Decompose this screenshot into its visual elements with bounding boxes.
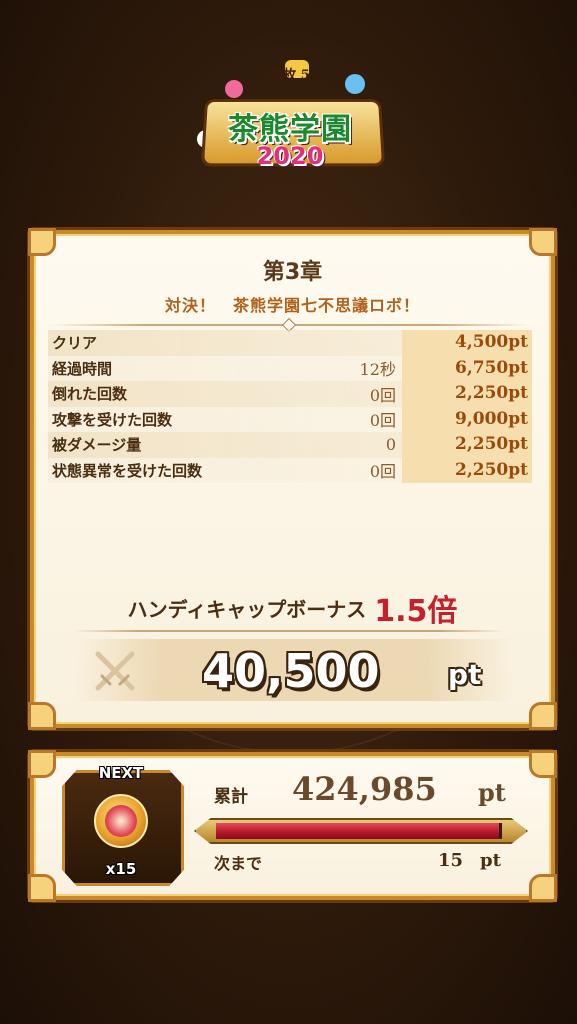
frame-corner	[529, 874, 557, 902]
logo-small-text: 四枚 5	[270, 68, 310, 83]
bonus-label: ハンディキャップボーナス	[127, 597, 367, 622]
score-value: 0	[385, 435, 396, 455]
score-value: 0回	[369, 385, 396, 405]
frame-corner	[28, 702, 56, 730]
score-points: 6,750pt	[402, 355, 532, 381]
logo-year: 2020	[256, 142, 324, 170]
score-row: 経過時間 12秒 6,750pt	[48, 355, 532, 381]
frame-corner	[28, 750, 56, 778]
progress-fill	[216, 823, 500, 839]
total-score: 40,500	[202, 644, 380, 698]
score-label: 経過時間	[52, 359, 113, 378]
score-row: 攻撃を受けた回数 0回 9,000pt	[48, 406, 532, 432]
chapter-title: 第3章	[262, 260, 323, 285]
total-score-unit: pt	[448, 658, 482, 691]
score-label: 攻撃を受けた回数	[52, 410, 173, 429]
remaining-unit: pt	[480, 850, 501, 871]
reward-medal-icon	[94, 794, 148, 848]
remaining-value: 15	[438, 850, 464, 871]
score-row: クリア 4,500pt	[48, 330, 532, 356]
score-value: 0回	[369, 411, 396, 431]
progress-bar	[194, 818, 528, 844]
score-value: 0回	[369, 462, 396, 482]
medal-emblem	[105, 805, 137, 837]
reward-count: x15	[105, 860, 137, 878]
frame-corner	[28, 228, 56, 256]
bonus-multiplier: 1.5倍	[374, 594, 458, 629]
progress-track	[216, 823, 502, 839]
score-breakdown: クリア 4,500pt 経過時間 12秒 6,750pt 倒れた回数 0回 2,…	[48, 330, 532, 483]
frame-corner	[529, 228, 557, 256]
frame-corner	[28, 874, 56, 902]
score-label: クリア	[52, 334, 98, 353]
score-points: 2,250pt	[402, 457, 532, 483]
score-row: 倒れた回数 0回 2,250pt	[48, 381, 532, 407]
score-label: 状態異常を受けた回数	[52, 461, 203, 480]
score-points: 4,500pt	[402, 330, 532, 356]
score-label: 被ダメージ量	[52, 436, 142, 455]
bonus-divider	[74, 630, 504, 632]
next-tag: NEXT	[98, 764, 144, 782]
crossed-swords-icon	[95, 651, 135, 691]
cumulative-label: 累計	[214, 787, 248, 807]
next-reward-panel: NEXT x15 累計 424,985 pt 次まで 15 pt	[28, 750, 557, 902]
cumulative-value: 424,985	[292, 770, 437, 808]
score-points: 2,250pt	[402, 381, 532, 407]
quest-subtitle: 対決！ 茶熊学園七不思議ロボ！	[164, 296, 420, 315]
score-row: 状態異常を受けた回数 0回 2,250pt	[48, 457, 532, 483]
event-logo: 四枚 5 茶熊学園 2020	[195, 60, 386, 180]
score-points: 9,000pt	[402, 406, 532, 432]
score-value: 12秒	[359, 360, 396, 380]
score-points: 2,250pt	[402, 432, 532, 458]
score-label: 倒れた回数	[52, 385, 128, 404]
frame-corner	[529, 750, 557, 778]
remaining-label: 次まで	[214, 854, 263, 873]
cumulative-unit: pt	[478, 778, 506, 807]
frame-corner	[529, 702, 557, 730]
result-panel: 第3章 対決！ 茶熊学園七不思議ロボ！ クリア 4,500pt 経過時間 12秒…	[28, 228, 557, 730]
handicap-bonus: ハンディキャップボーナス 1.5倍	[34, 586, 551, 630]
score-row: 被ダメージ量 0 2,250pt	[48, 432, 532, 458]
